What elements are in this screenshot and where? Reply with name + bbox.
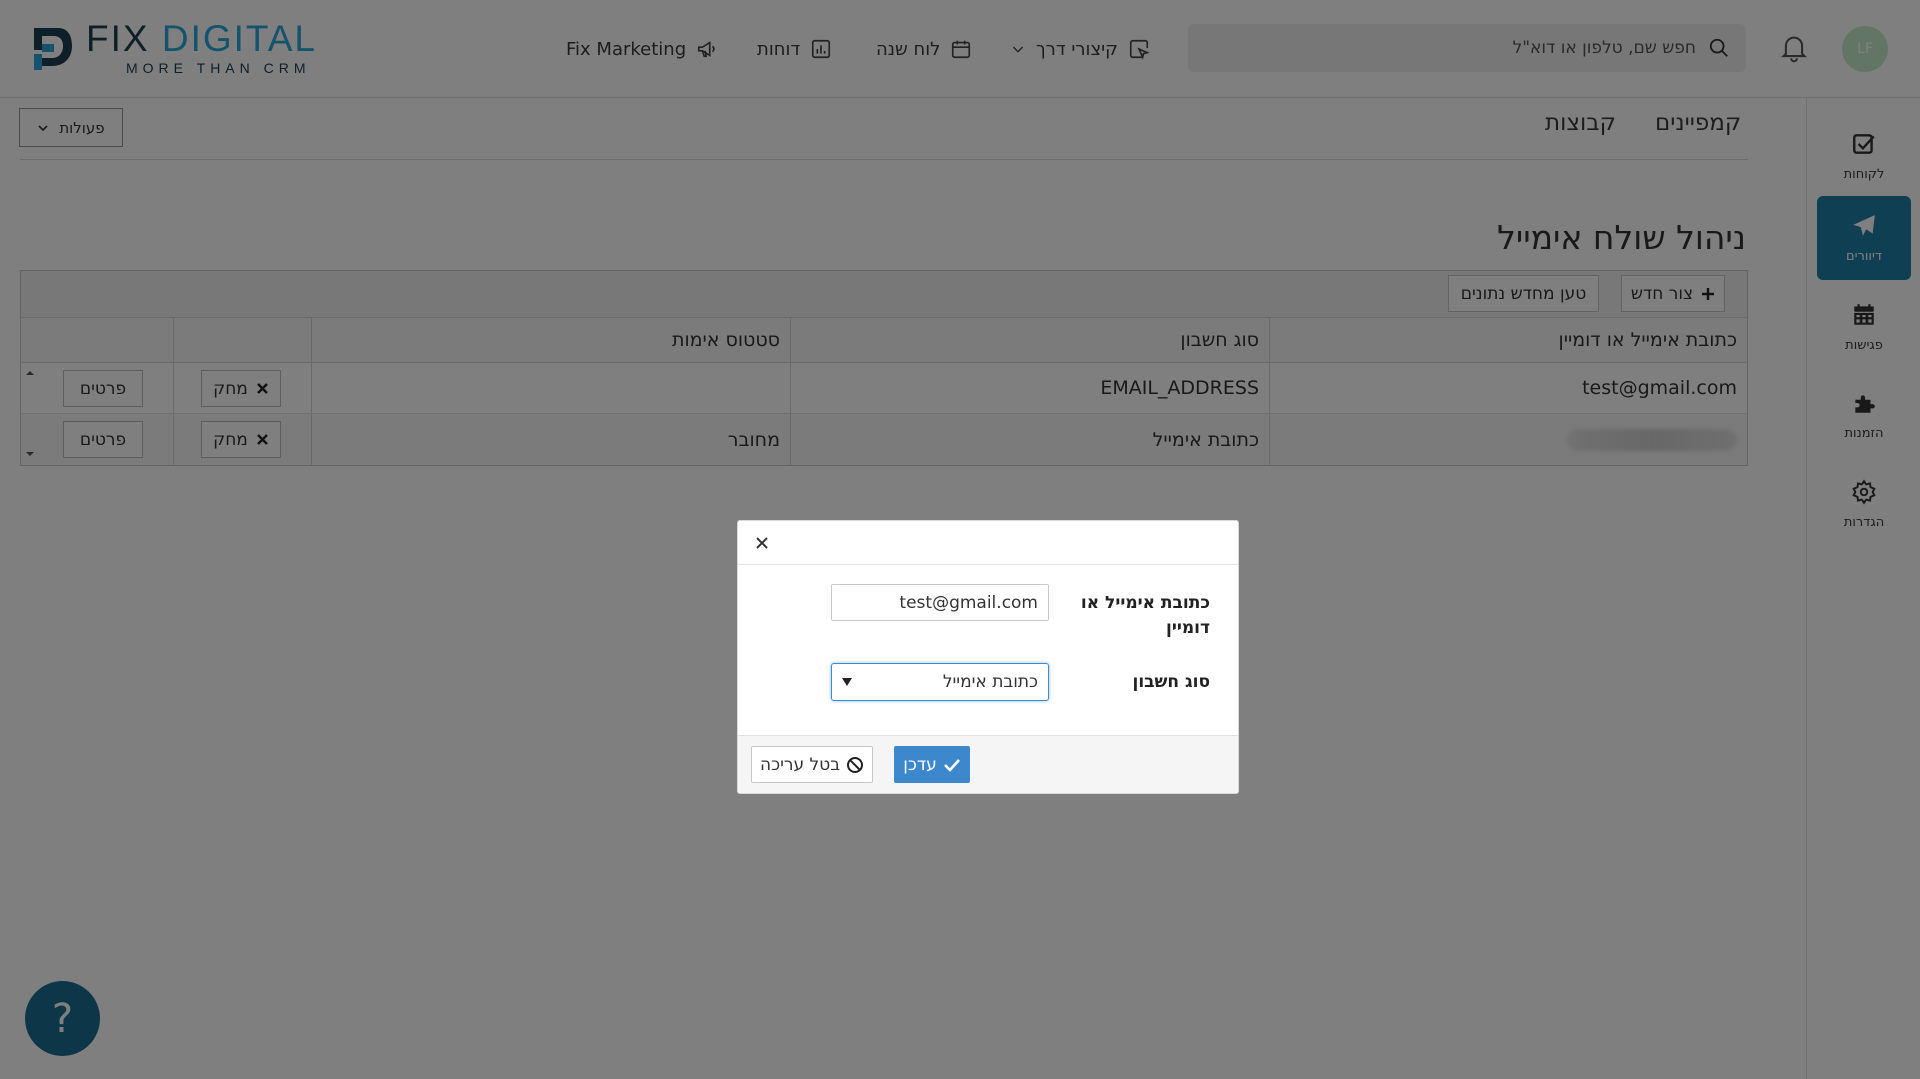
ban-icon xyxy=(847,756,864,773)
modal-footer: בטל עריכה עדכן xyxy=(738,735,1238,793)
edit-sender-modal: כתובת אימייל או דומיין סוג חשבון כתובת א… xyxy=(737,520,1239,794)
cancel-edit-button[interactable]: בטל עריכה xyxy=(751,746,873,783)
dropdown-arrow-icon xyxy=(842,678,852,686)
close-icon xyxy=(756,537,768,549)
update-button[interactable]: עדכן xyxy=(894,746,970,783)
modal-close-button[interactable] xyxy=(752,533,772,553)
email-field[interactable] xyxy=(831,584,1049,621)
account-type-select[interactable]: כתובת אימייל xyxy=(831,663,1049,701)
modal-header xyxy=(738,521,1238,565)
check-icon xyxy=(943,758,960,772)
account-type-label: סוג חשבון xyxy=(1132,672,1210,692)
email-field-label: כתובת אימייל או דומיין xyxy=(1080,593,1210,638)
